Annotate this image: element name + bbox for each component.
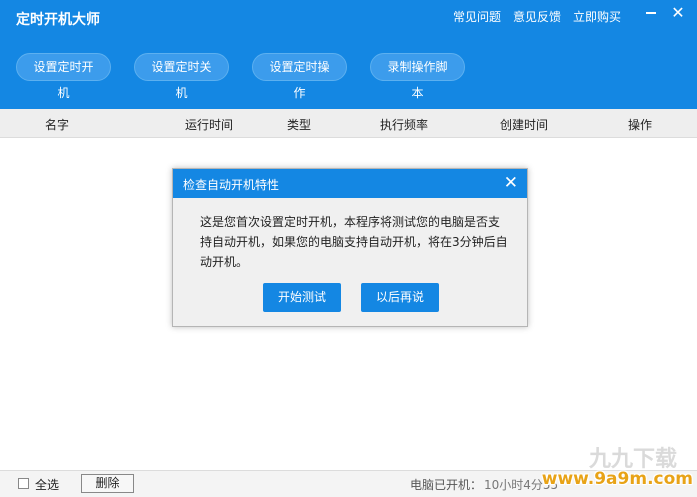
set-timed-shutdown-button[interactable]: 设置定时关机: [134, 53, 229, 100]
select-all-checkbox[interactable]: [18, 478, 29, 489]
watermark: www.9a9m.com: [541, 469, 693, 489]
column-name[interactable]: 名字: [45, 116, 69, 133]
dialog-title: 检查自动开机特性: [183, 178, 280, 192]
column-actions[interactable]: 操作: [628, 116, 652, 133]
delete-button[interactable]: 删除: [81, 474, 134, 493]
start-test-button[interactable]: 开始测试: [263, 283, 341, 312]
later-button[interactable]: 以后再说: [361, 283, 439, 312]
dialog-body: 这是您首次设置定时开机，本程序将测试您的电脑是否支持自动开机，如果您的电脑支持自…: [173, 198, 527, 326]
set-timed-operation-button[interactable]: 设置定时操作: [252, 53, 347, 100]
close-icon[interactable]: ✕: [669, 4, 687, 22]
feedback-link[interactable]: 意见反馈: [513, 8, 561, 25]
set-timed-boot-button[interactable]: 设置定时开机: [16, 53, 111, 100]
toolbar: 设置定时开机 设置定时关机 设置定时操作 录制操作脚本: [16, 53, 465, 100]
column-frequency[interactable]: 执行频率: [380, 116, 428, 133]
header-bar: 定时开机大师 常见问题 意见反馈 立即购买 ✕ 设置定时开机 设置定时关机 设置…: [0, 0, 697, 109]
dialog-message: 这是您首次设置定时开机，本程序将测试您的电脑是否支持自动开机，如果您的电脑支持自…: [200, 215, 508, 269]
faq-link[interactable]: 常见问题: [453, 8, 501, 25]
check-auto-boot-dialog: 检查自动开机特性 ✕ 这是您首次设置定时开机，本程序将测试您的电脑是否支持自动开…: [172, 168, 528, 327]
column-created-time[interactable]: 创建时间: [500, 116, 548, 133]
dialog-title-bar: 检查自动开机特性 ✕: [173, 169, 527, 198]
app-window: 定时开机大师 常见问题 意见反馈 立即购买 ✕ 设置定时开机 设置定时关机 设置…: [0, 0, 697, 497]
select-all-label[interactable]: 全选: [35, 476, 59, 493]
table-header: 名字 运行时间 类型 执行频率 创建时间 操作: [0, 109, 697, 138]
app-title: 定时开机大师: [16, 12, 100, 28]
minimize-icon[interactable]: [642, 4, 660, 22]
uptime-status: 电脑已开机： 10小时4分55: [410, 476, 558, 493]
record-script-button[interactable]: 录制操作脚本: [370, 53, 465, 100]
dialog-close-icon[interactable]: ✕: [504, 173, 518, 193]
uptime-label: 电脑已开机：: [410, 478, 483, 492]
column-run-time[interactable]: 运行时间: [185, 116, 233, 133]
top-links: 常见问题 意见反馈 立即购买: [453, 8, 621, 25]
buy-now-link[interactable]: 立即购买: [573, 8, 621, 25]
column-type[interactable]: 类型: [287, 116, 311, 133]
